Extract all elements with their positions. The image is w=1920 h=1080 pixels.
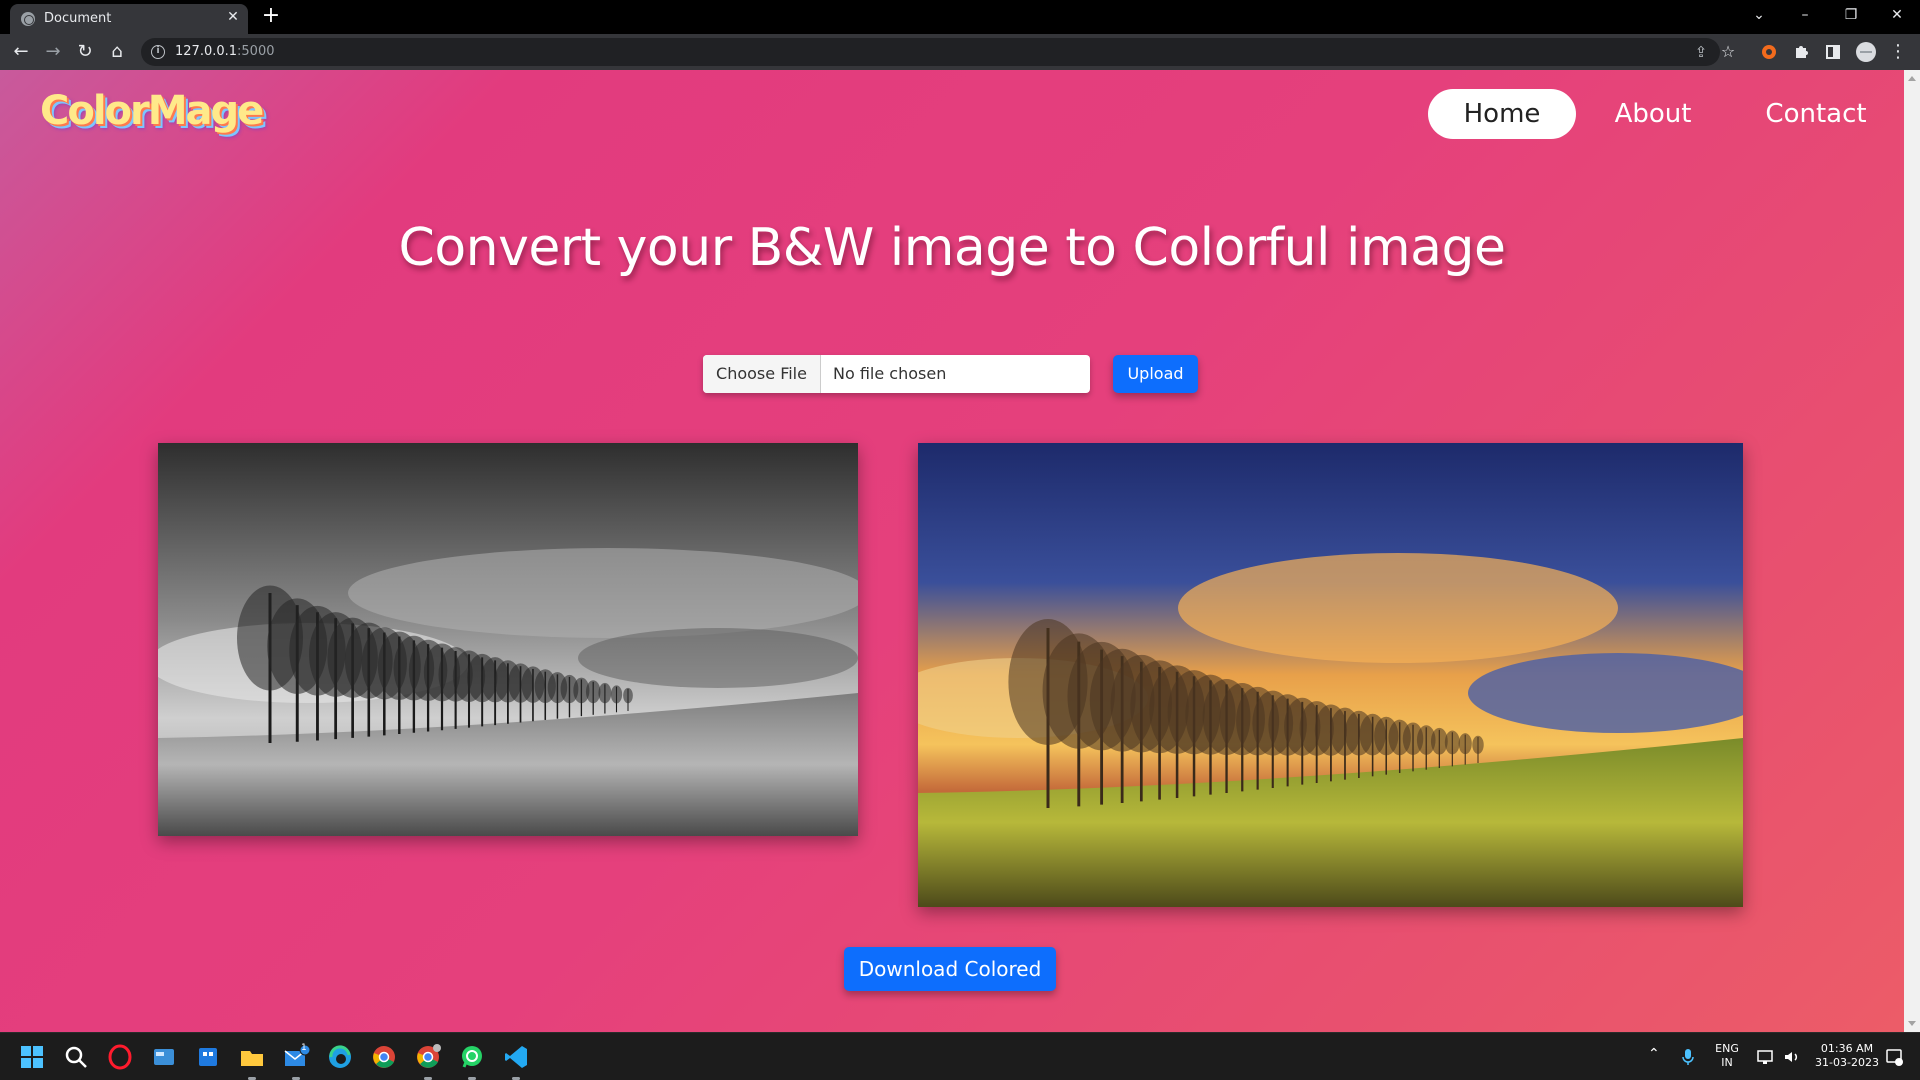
colorized-landscape-image: [918, 443, 1743, 907]
minimize-icon[interactable]: –: [1791, 2, 1819, 28]
tab-search-icon[interactable]: ⌄: [1745, 2, 1773, 28]
forward-icon[interactable]: →: [41, 40, 65, 64]
choose-file-button[interactable]: Choose File: [703, 355, 821, 393]
close-tab-icon[interactable]: ✕: [224, 8, 242, 26]
chrome-icon[interactable]: [370, 1043, 398, 1071]
browser-tab[interactable]: Document ✕: [10, 4, 248, 34]
profile-avatar[interactable]: [1854, 40, 1878, 64]
store-icon[interactable]: [194, 1043, 222, 1071]
restore-icon[interactable]: ❐: [1837, 2, 1865, 28]
tab-title: Document: [44, 11, 112, 26]
nav-home[interactable]: Home: [1428, 89, 1576, 139]
windows-start-icon[interactable]: [18, 1043, 46, 1071]
network-icon[interactable]: [1754, 1045, 1778, 1069]
extension-brave-icon[interactable]: [1757, 40, 1781, 64]
file-explorer-icon[interactable]: [238, 1043, 266, 1080]
search-icon[interactable]: [62, 1043, 90, 1071]
clock[interactable]: 01:36 AM 31-03-2023: [1812, 1042, 1882, 1070]
url-host: 127.0.0.1: [175, 44, 238, 59]
original-bw-image: [158, 443, 858, 836]
clock-time: 01:36 AM: [1820, 1042, 1874, 1055]
clock-date: 31-03-2023: [1815, 1056, 1879, 1069]
vscode-icon[interactable]: [502, 1043, 530, 1080]
tree-crown: [1444, 730, 1460, 755]
tree-crown: [585, 680, 601, 704]
upload-button[interactable]: Upload: [1113, 355, 1198, 393]
mail-icon[interactable]: 1: [282, 1043, 311, 1080]
browser-toolbar: ← → ↻ ⌂ i 127.0.0.1:5000 ⇪ ☆ ⋮: [0, 34, 1920, 70]
nav-about[interactable]: About: [1594, 89, 1712, 139]
page-viewport: ColorMage Home About Contact Convert you…: [0, 70, 1904, 1032]
tree-crown: [1472, 735, 1484, 754]
microphone-icon[interactable]: [1676, 1045, 1700, 1069]
tree-crown: [610, 685, 623, 704]
bw-landscape-image: [158, 443, 858, 836]
globe-icon: [21, 12, 35, 26]
chrome-canary-icon[interactable]: [414, 1043, 442, 1080]
home-icon[interactable]: ⌂: [105, 40, 129, 64]
site-info-icon[interactable]: i: [151, 45, 165, 59]
region-code: IN: [1721, 1056, 1733, 1069]
language-code: ENG: [1715, 1042, 1739, 1055]
notification-icon[interactable]: [1882, 1045, 1906, 1069]
bookmark-star-icon[interactable]: ☆: [1716, 40, 1740, 64]
back-icon[interactable]: ←: [9, 40, 33, 64]
tree-crown: [623, 687, 633, 704]
opera-icon[interactable]: [106, 1043, 134, 1071]
whatsapp-icon[interactable]: [458, 1043, 486, 1080]
share-icon[interactable]: ⇪: [1689, 40, 1713, 64]
mail-badge: 1: [301, 1043, 307, 1053]
tree-crown: [598, 682, 612, 704]
file-status-text: No file chosen: [833, 364, 947, 383]
language-indicator[interactable]: ENG IN: [1712, 1042, 1742, 1070]
widgets-icon[interactable]: [150, 1043, 178, 1071]
browser-menu-icon[interactable]: ⋮: [1886, 40, 1910, 64]
nav-contact[interactable]: Contact: [1754, 89, 1878, 139]
reload-icon[interactable]: ↻: [73, 40, 97, 64]
scroll-up-icon[interactable]: [1908, 76, 1916, 81]
page-headline: Convert your B&W image to Colorful image: [398, 218, 1506, 278]
new-tab-button[interactable]: +: [259, 5, 283, 29]
side-panel-icon[interactable]: [1821, 40, 1845, 64]
page-scrollbar[interactable]: [1904, 70, 1920, 1032]
tree-crown: [1458, 733, 1472, 755]
scroll-down-icon[interactable]: [1908, 1021, 1916, 1026]
extensions-puzzle-icon[interactable]: [1789, 40, 1813, 64]
colorized-image: [918, 443, 1743, 907]
site-logo[interactable]: ColorMage: [40, 88, 264, 134]
tray-overflow-chevron-icon[interactable]: ⌃: [1648, 1047, 1660, 1061]
url-port: :5000: [237, 44, 275, 59]
address-bar[interactable]: i 127.0.0.1:5000 ⇪: [141, 38, 1720, 66]
browser-tab-bar: Document ✕ + ⌄ – ❐ ✕: [0, 0, 1920, 34]
volume-icon[interactable]: [1780, 1045, 1804, 1069]
close-window-icon[interactable]: ✕: [1883, 2, 1911, 28]
edge-icon[interactable]: [326, 1043, 354, 1071]
file-input[interactable]: Choose File No file chosen: [703, 355, 1090, 393]
download-colored-button[interactable]: Download Colored: [844, 947, 1056, 991]
url-text: 127.0.0.1:5000: [175, 44, 275, 59]
windows-taskbar: 1 ⌃ ENG IN 01:36 AM 31-03-2023: [0, 1032, 1920, 1080]
